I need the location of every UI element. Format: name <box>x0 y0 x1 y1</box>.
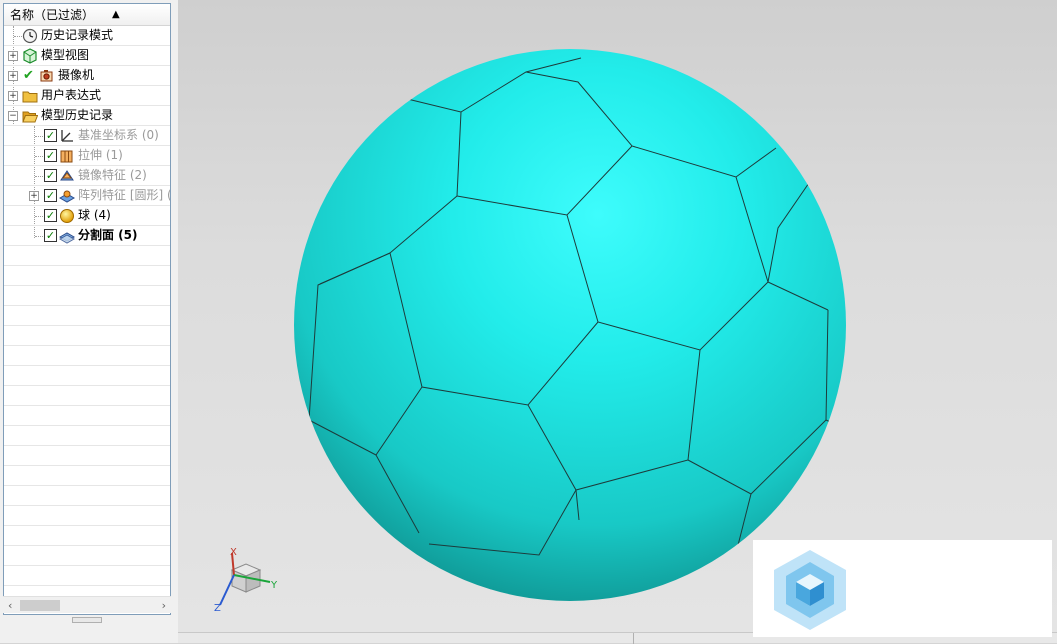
scroll-right-icon[interactable]: › <box>162 597 166 614</box>
clock-icon <box>22 28 38 44</box>
column-header-label: 名称（已过滤） <box>10 8 95 22</box>
z-axis-arrow <box>219 574 235 606</box>
logo-icon <box>774 550 846 630</box>
expand-icon[interactable]: + <box>8 71 18 81</box>
tree-empty-row <box>4 346 170 366</box>
folder-icon <box>22 91 38 103</box>
tree-empty-row <box>4 246 170 266</box>
ball-surface[interactable] <box>294 49 846 601</box>
tree-empty-row <box>4 466 170 486</box>
tree-item-label: 拉伸 (1) <box>78 148 123 162</box>
tree-item-label: 球 (4) <box>78 208 111 222</box>
visibility-checkbox[interactable]: ✓ <box>44 209 57 222</box>
logo-watermark <box>753 540 1052 637</box>
tree-empty-row <box>4 426 170 446</box>
tree-item-extrude[interactable]: ✓ 拉伸 (1) <box>4 146 170 166</box>
tree-item-mirror-feature[interactable]: ✓ 镜像特征 (2) <box>4 166 170 186</box>
tree-item-divide-face[interactable]: ✓ 分割面 (5) <box>4 226 170 246</box>
tree-item-label: 镜像特征 (2) <box>78 168 147 182</box>
tree-empty-row <box>4 406 170 426</box>
tree-item-datum-csys[interactable]: ✓ 基准坐标系 (0) <box>4 126 170 146</box>
mirror-feature-icon <box>60 170 74 181</box>
tree-empty-row <box>4 386 170 406</box>
expand-icon[interactable]: + <box>29 191 39 201</box>
visibility-checkbox[interactable]: ✓ <box>44 169 57 182</box>
horizontal-scrollbar[interactable]: ‹ › <box>3 596 171 613</box>
visibility-checkbox[interactable]: ✓ <box>44 149 57 162</box>
graphics-window[interactable]: X Y Z <box>178 0 1057 632</box>
sphere-icon <box>60 209 74 223</box>
tree-item-label: 用户表达式 <box>41 88 102 102</box>
tree-empty-row <box>4 326 170 346</box>
tree-item-label: 基准坐标系 (0) <box>78 128 159 142</box>
tree-item-pattern-feature[interactable]: + ✓ 阵列特征 [圆形] ( <box>4 186 170 206</box>
x-axis-label: X <box>230 547 237 558</box>
folder-open-icon <box>22 111 38 123</box>
checkmark-icon: ✔ <box>23 68 34 83</box>
panel-resize-grip[interactable] <box>72 617 102 623</box>
tree-item-label: 模型视图 <box>41 48 90 62</box>
tree-item-label: 模型历史记录 <box>41 108 114 122</box>
camera-icon <box>40 70 53 82</box>
tree-empty-row <box>4 286 170 306</box>
tree-empty-row <box>4 446 170 466</box>
scroll-left-icon[interactable]: ‹ <box>8 597 12 614</box>
visibility-checkbox[interactable]: ✓ <box>44 229 57 242</box>
tree-item-sphere[interactable]: ✓ 球 (4) <box>4 206 170 226</box>
y-axis-label: Y <box>271 580 278 591</box>
extrude-icon <box>60 150 73 163</box>
tree-item-model-views[interactable]: + 模型视图 <box>4 46 170 66</box>
pattern-feature-icon <box>59 190 75 203</box>
scrollbar-thumb[interactable] <box>20 600 60 611</box>
collapse-icon[interactable]: − <box>8 111 18 121</box>
datum-csys-icon <box>61 130 73 142</box>
tree-empty-row <box>4 526 170 546</box>
tree-empty-row <box>4 506 170 526</box>
tree-empty-row <box>4 486 170 506</box>
tree-empty-row <box>4 366 170 386</box>
part-navigator: 名称（已过滤） ▲ 历史记录模式 + 模型视图 + ✔ 摄像机 + 用户表达式 … <box>0 0 178 643</box>
tree-item-user-expressions[interactable]: + 用户表达式 <box>4 86 170 106</box>
navigator-tree: 名称（已过滤） ▲ 历史记录模式 + 模型视图 + ✔ 摄像机 + 用户表达式 … <box>3 3 171 615</box>
divide-face-icon <box>59 232 75 244</box>
tree-item-label: 摄像机 <box>58 68 95 82</box>
model-views-icon <box>23 48 37 64</box>
expand-icon[interactable]: + <box>8 91 18 101</box>
column-header-name[interactable]: 名称（已过滤） ▲ <box>4 4 170 26</box>
tree-item-cameras[interactable]: + ✔ 摄像机 <box>4 66 170 86</box>
visibility-checkbox[interactable]: ✓ <box>44 129 57 142</box>
visibility-checkbox[interactable]: ✓ <box>44 189 57 202</box>
tree-empty-row <box>4 566 170 586</box>
tree-item-label: 历史记录模式 <box>41 28 114 42</box>
tree-item-label: 阵列特征 [圆形] ( <box>78 188 171 202</box>
sort-ascending-icon: ▲ <box>112 9 120 20</box>
tree-item-label: 分割面 (5) <box>78 228 138 242</box>
tree-item-history-mode[interactable]: 历史记录模式 <box>4 26 170 46</box>
expand-icon[interactable]: + <box>8 51 18 61</box>
tree-item-model-history[interactable]: − 模型历史记录 <box>4 106 170 126</box>
tree-empty-row <box>4 546 170 566</box>
tree-empty-row <box>4 306 170 326</box>
tree-empty-row <box>4 266 170 286</box>
z-axis-label: Z <box>214 603 221 614</box>
soccer-ball-model[interactable] <box>178 0 1057 632</box>
